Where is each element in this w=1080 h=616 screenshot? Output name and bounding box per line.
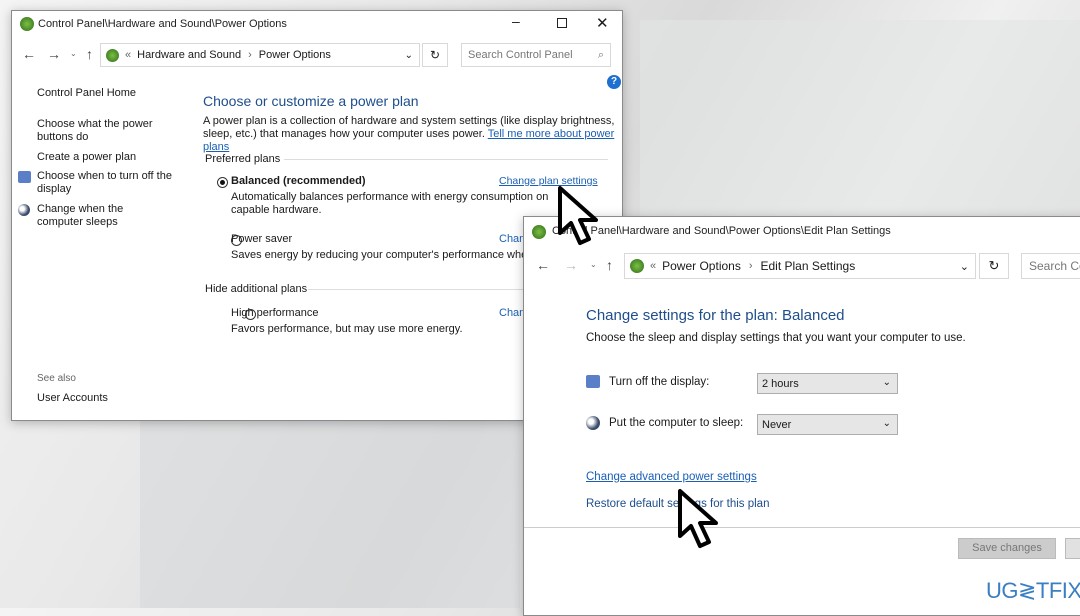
control-panel-icon [106, 48, 119, 62]
address-bar[interactable]: « Hardware and Sound › Power Options ⌄ [100, 43, 420, 67]
address-bar[interactable]: « Power Options › Edit Plan Settings ⌄ [624, 253, 976, 279]
sleep-moon-icon [586, 416, 600, 430]
forward-icon[interactable]: → [564, 257, 578, 273]
plan-name: High performance [231, 307, 319, 319]
chevron-down-icon: ⌄ [882, 377, 891, 388]
display-timeout-value: 2 hours [762, 377, 799, 390]
sidebar-item-user-accounts[interactable]: User Accounts [37, 392, 108, 404]
display-label: Turn off the display: [609, 376, 710, 388]
address-dropdown-icon[interactable]: ⌄ [405, 50, 413, 61]
sleep-timeout-value: Never [762, 418, 792, 431]
plan-name: Power saver [231, 233, 293, 245]
search-placeholder: Search Control Panel [468, 49, 573, 61]
breadcrumb-item[interactable]: Hardware and Sound [137, 49, 241, 61]
preferred-plans-label: Preferred plans [205, 153, 281, 165]
search-icon: ⌕ [597, 48, 604, 61]
breadcrumb-item[interactable]: Power Options [259, 49, 331, 61]
control-panel-icon [20, 17, 34, 31]
overflow-chevron-icon: « [650, 260, 657, 272]
control-panel-icon [532, 225, 546, 239]
search-input[interactable]: Search Control Panel ⌕ [461, 43, 611, 67]
sidebar-item-power-buttons[interactable]: Choose what the power buttons do [37, 118, 167, 144]
recent-dropdown-icon[interactable]: ⌄ [590, 260, 597, 269]
plan-description: Automatically balances performance with … [231, 191, 549, 216]
breadcrumb-item[interactable]: Edit Plan Settings [761, 259, 856, 273]
footer-divider [524, 527, 1080, 528]
edit-plan-settings-window: Control Panel\Hardware and Sound\Power O… [523, 216, 1080, 616]
back-icon[interactable]: ← [536, 257, 550, 273]
save-changes-button[interactable]: Save changes [958, 538, 1056, 559]
sidebar-item-create-plan[interactable]: Create a power plan [37, 151, 136, 163]
chevron-down-icon: ⌄ [882, 418, 891, 429]
advanced-power-settings-link[interactable]: Change advanced power settings [586, 471, 757, 483]
up-icon[interactable]: ↑ [86, 46, 93, 62]
forward-icon[interactable]: → [47, 46, 61, 62]
sleep-timeout-select[interactable]: Never ⌄ [757, 414, 898, 435]
search-input[interactable]: Search Control Panel [1021, 253, 1080, 279]
search-placeholder: Search Control Panel [1029, 259, 1080, 273]
page-title: Choose or customize a power plan [203, 93, 419, 109]
breadcrumb-separator-icon: › [748, 260, 753, 272]
sleep-moon-icon [18, 204, 30, 216]
plan-description: Favors performance, but may use more ene… [231, 323, 463, 335]
display-clock-icon [586, 375, 600, 388]
see-also-label: See also [37, 373, 76, 384]
page-subtitle: Choose the sleep and display settings th… [586, 332, 966, 344]
plan-radio-balanced[interactable] [217, 176, 228, 188]
breadcrumb-separator-icon: › [248, 49, 252, 61]
minimize-button[interactable]: – [512, 13, 520, 29]
page-description: A power plan is a collection of hardware… [203, 115, 618, 154]
ugetfix-watermark-logo: UG≷TFIX [986, 578, 1080, 603]
control-panel-icon [630, 259, 644, 273]
refresh-button[interactable]: ↻ [979, 253, 1009, 279]
maximize-button[interactable] [557, 18, 567, 28]
mouse-cursor-icon [678, 489, 718, 548]
breadcrumb-item[interactable]: Power Options [662, 259, 741, 273]
sleep-label: Put the computer to sleep: [609, 417, 744, 429]
back-icon[interactable]: ← [22, 46, 36, 62]
display-timeout-select[interactable]: 2 hours ⌄ [757, 373, 898, 394]
window-title: Control Panel\Hardware and Sound\Power O… [38, 18, 287, 30]
help-icon[interactable]: ? [607, 75, 621, 89]
cancel-button[interactable] [1065, 538, 1080, 559]
up-icon[interactable]: ↑ [606, 257, 613, 273]
refresh-button[interactable]: ↻ [422, 43, 448, 67]
close-button[interactable]: ✕ [596, 14, 609, 32]
sidebar-item-sleep[interactable]: Change when the computer sleeps [37, 203, 172, 229]
page-title: Change settings for the plan: Balanced [586, 307, 845, 324]
save-changes-label: Save changes [972, 542, 1042, 554]
hide-additional-plans-toggle[interactable]: Hide additional plans [205, 283, 307, 295]
mouse-cursor-icon [558, 186, 598, 245]
sidebar-item-home[interactable]: Control Panel Home [37, 87, 136, 99]
overflow-chevron-icon: « [125, 49, 132, 61]
display-clock-icon [18, 171, 31, 183]
recent-dropdown-icon[interactable]: ⌄ [70, 49, 77, 58]
sidebar-item-display-off[interactable]: Choose when to turn off the display [37, 170, 172, 196]
address-dropdown-icon[interactable]: ⌄ [960, 260, 969, 273]
plan-name: Balanced (recommended) [231, 175, 366, 187]
divider [284, 159, 608, 160]
